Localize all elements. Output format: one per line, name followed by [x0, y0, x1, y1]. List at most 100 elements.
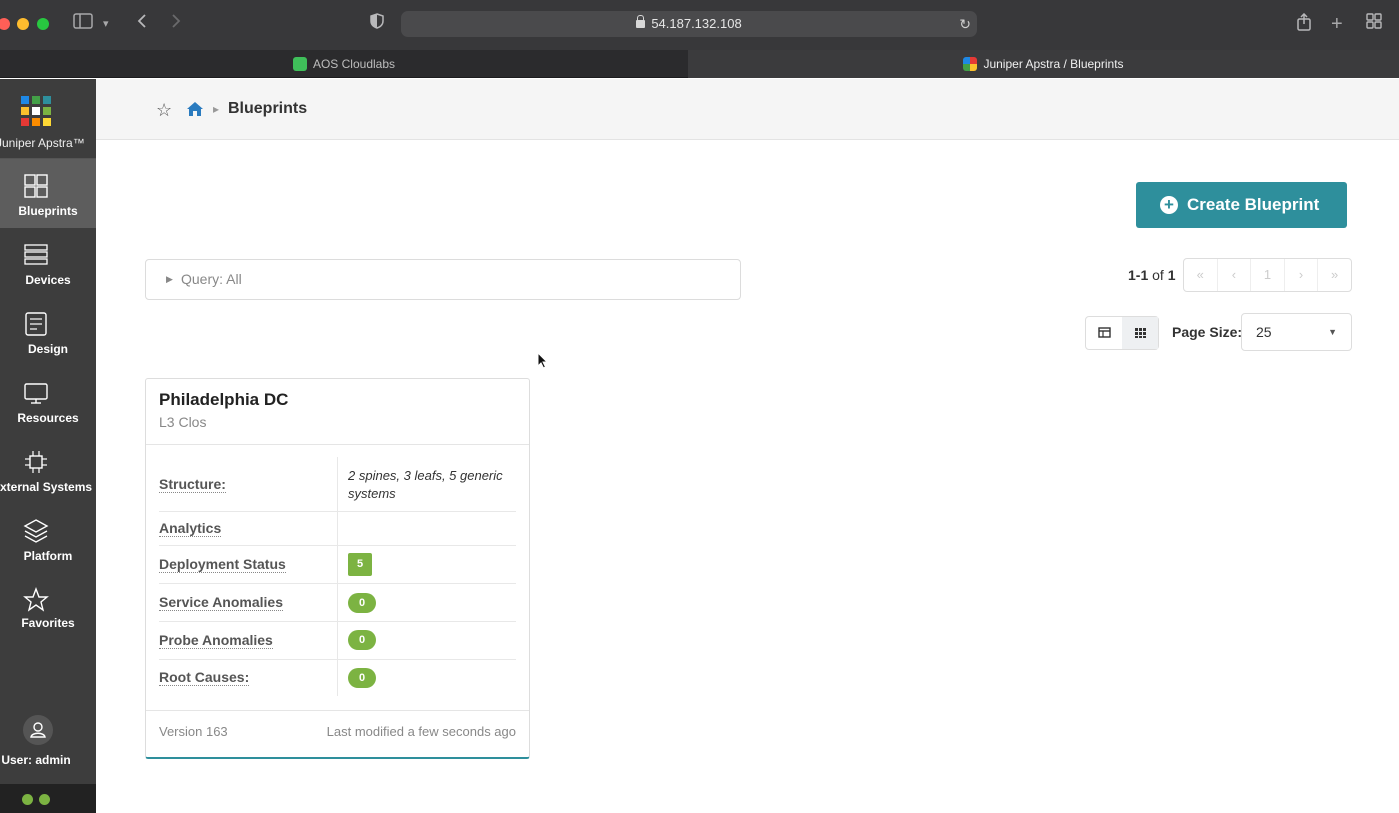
last-page-button[interactable]: » — [1318, 259, 1351, 291]
cloud-icon — [292, 57, 307, 71]
sidebar-item-label: External Systems — [0, 480, 93, 494]
structure-value: 2 spines, 3 leafs, 5 generic systems — [348, 468, 503, 501]
avatar — [23, 715, 53, 745]
status-dot — [39, 794, 50, 805]
sidebar-item-label: Design — [27, 342, 68, 356]
sidebar-item-label: Platform — [23, 549, 73, 563]
divider — [159, 659, 516, 660]
first-page-button[interactable]: « — [1184, 259, 1218, 291]
page-range: 1-1 — [1128, 267, 1149, 283]
pagination: « ‹ 1 › » — [1183, 258, 1352, 292]
back-icon[interactable] — [136, 13, 148, 36]
user-label: User: admin — [1, 753, 71, 767]
sidebar-item-platform[interactable]: Platform — [0, 504, 96, 573]
blueprint-last-modified: Last modified a few seconds ago — [326, 724, 516, 739]
sidebar-item-design[interactable]: Design — [0, 297, 96, 366]
tab-aos-cloudlabs[interactable]: AOS Cloudlabs — [0, 50, 688, 78]
brand-name: Juniper Apstra™ — [0, 136, 85, 150]
service-anomalies-badge[interactable]: 0 — [348, 593, 376, 613]
tab-label: Juniper Apstra / Blueprints — [983, 57, 1124, 71]
forward-icon[interactable] — [170, 13, 182, 36]
connection-status — [0, 784, 96, 813]
minimize-window-button[interactable] — [17, 18, 29, 30]
current-page-button[interactable]: 1 — [1251, 259, 1285, 291]
divider — [146, 710, 529, 711]
sidebar-item-external-systems[interactable]: External Systems — [0, 435, 96, 504]
divider — [159, 511, 516, 512]
sidebar-item-label: Resources — [17, 411, 79, 425]
user-menu[interactable]: User: admin — [0, 713, 96, 773]
deployment-status-label[interactable]: Deployment Status — [159, 556, 286, 573]
divider — [159, 583, 516, 584]
sidebar-item-blueprints[interactable]: Blueprints — [0, 159, 96, 228]
create-blueprint-button[interactable]: + Create Blueprint — [1136, 182, 1347, 228]
page-title: Blueprints — [228, 100, 308, 117]
table-view-button[interactable] — [1086, 317, 1122, 349]
plus-circle-icon: + — [1160, 196, 1178, 214]
service-anomalies-label[interactable]: Service Anomalies — [159, 594, 283, 611]
page-size-value: 25 — [1256, 324, 1272, 340]
tab-juniper-apstra[interactable]: Juniper Apstra / Blueprints — [688, 50, 1399, 78]
prev-page-button[interactable]: ‹ — [1218, 259, 1252, 291]
zoom-window-button[interactable] — [37, 18, 49, 30]
page-size-label: Page Size: — [1172, 324, 1243, 340]
page-total: 1 — [1167, 267, 1176, 283]
tab-overview-icon[interactable] — [1366, 13, 1382, 36]
blueprint-name[interactable]: Philadelphia DC — [159, 390, 288, 410]
apstra-favicon-icon — [963, 57, 978, 71]
view-toggle — [1085, 316, 1159, 350]
privacy-shield-icon[interactable] — [370, 13, 384, 36]
next-page-button[interactable]: › — [1285, 259, 1319, 291]
card-view-button[interactable] — [1122, 317, 1158, 349]
reload-icon[interactable]: ↻ — [959, 11, 971, 37]
platform-icon — [23, 519, 49, 543]
analytics-label[interactable]: Analytics — [159, 520, 222, 537]
url-text: 54.187.132.108 — [651, 16, 742, 31]
brand[interactable]: Juniper Apstra™ — [0, 79, 96, 159]
address-bar[interactable]: 54.187.132.108 ↻ — [401, 11, 977, 37]
sidebar-item-label: Blueprints — [18, 204, 78, 218]
create-blueprint-label: Create Blueprint — [1187, 195, 1320, 214]
probe-anomalies-badge[interactable]: 0 — [348, 630, 376, 650]
divider — [159, 621, 516, 622]
probe-anomalies-label[interactable]: Probe Anomalies — [159, 632, 273, 649]
blueprint-type: L3 Clos — [159, 414, 207, 430]
user-icon — [30, 722, 46, 738]
query-label: Query: All — [181, 271, 242, 287]
query-filter[interactable]: ▶ Query: All — [145, 259, 741, 300]
sidebar-item-devices[interactable]: Devices — [0, 228, 96, 297]
home-icon[interactable] — [186, 101, 204, 117]
sidebar-item-resources[interactable]: Resources — [0, 366, 96, 435]
mouse-cursor-icon — [537, 352, 549, 369]
page-size-select[interactable]: 25 ▼ — [1241, 313, 1352, 351]
root-causes-label[interactable]: Root Causes: — [159, 669, 250, 686]
lock-icon — [636, 15, 646, 28]
sidebar-toggle-icon[interactable] — [73, 13, 93, 36]
blueprints-icon — [24, 174, 48, 198]
status-dot — [22, 794, 33, 805]
deployment-status-badge[interactable]: 5 — [348, 553, 372, 576]
new-tab-icon[interactable]: + — [1331, 13, 1343, 35]
table-icon — [1098, 327, 1111, 338]
caret-down-icon: ▼ — [1328, 327, 1337, 337]
structure-label[interactable]: Structure: — [159, 476, 226, 493]
breadcrumb-separator-icon: ▸ — [213, 102, 220, 116]
tab-label: AOS Cloudlabs — [312, 57, 396, 71]
devices-icon — [24, 244, 48, 265]
share-icon[interactable] — [1296, 12, 1312, 38]
favorite-star-icon[interactable]: ☆ — [156, 100, 172, 120]
divider — [337, 457, 338, 696]
sidebar-item-favorites[interactable]: Favorites — [0, 573, 96, 642]
blueprint-card[interactable]: Philadelphia DC L3 Clos Structure: 2 spi… — [145, 378, 530, 759]
star-icon — [23, 587, 49, 612]
sidebar-item-label: Favorites — [21, 616, 75, 630]
divider — [159, 545, 516, 546]
page-of: of — [1152, 267, 1164, 283]
design-icon — [25, 312, 47, 336]
apstra-logo-icon — [21, 96, 53, 128]
root-causes-badge[interactable]: 0 — [348, 668, 376, 688]
divider — [146, 444, 529, 445]
blueprint-version: Version 163 — [159, 724, 228, 739]
close-window-button[interactable] — [0, 18, 10, 30]
chevron-down-icon[interactable]: ▾ — [103, 13, 109, 35]
